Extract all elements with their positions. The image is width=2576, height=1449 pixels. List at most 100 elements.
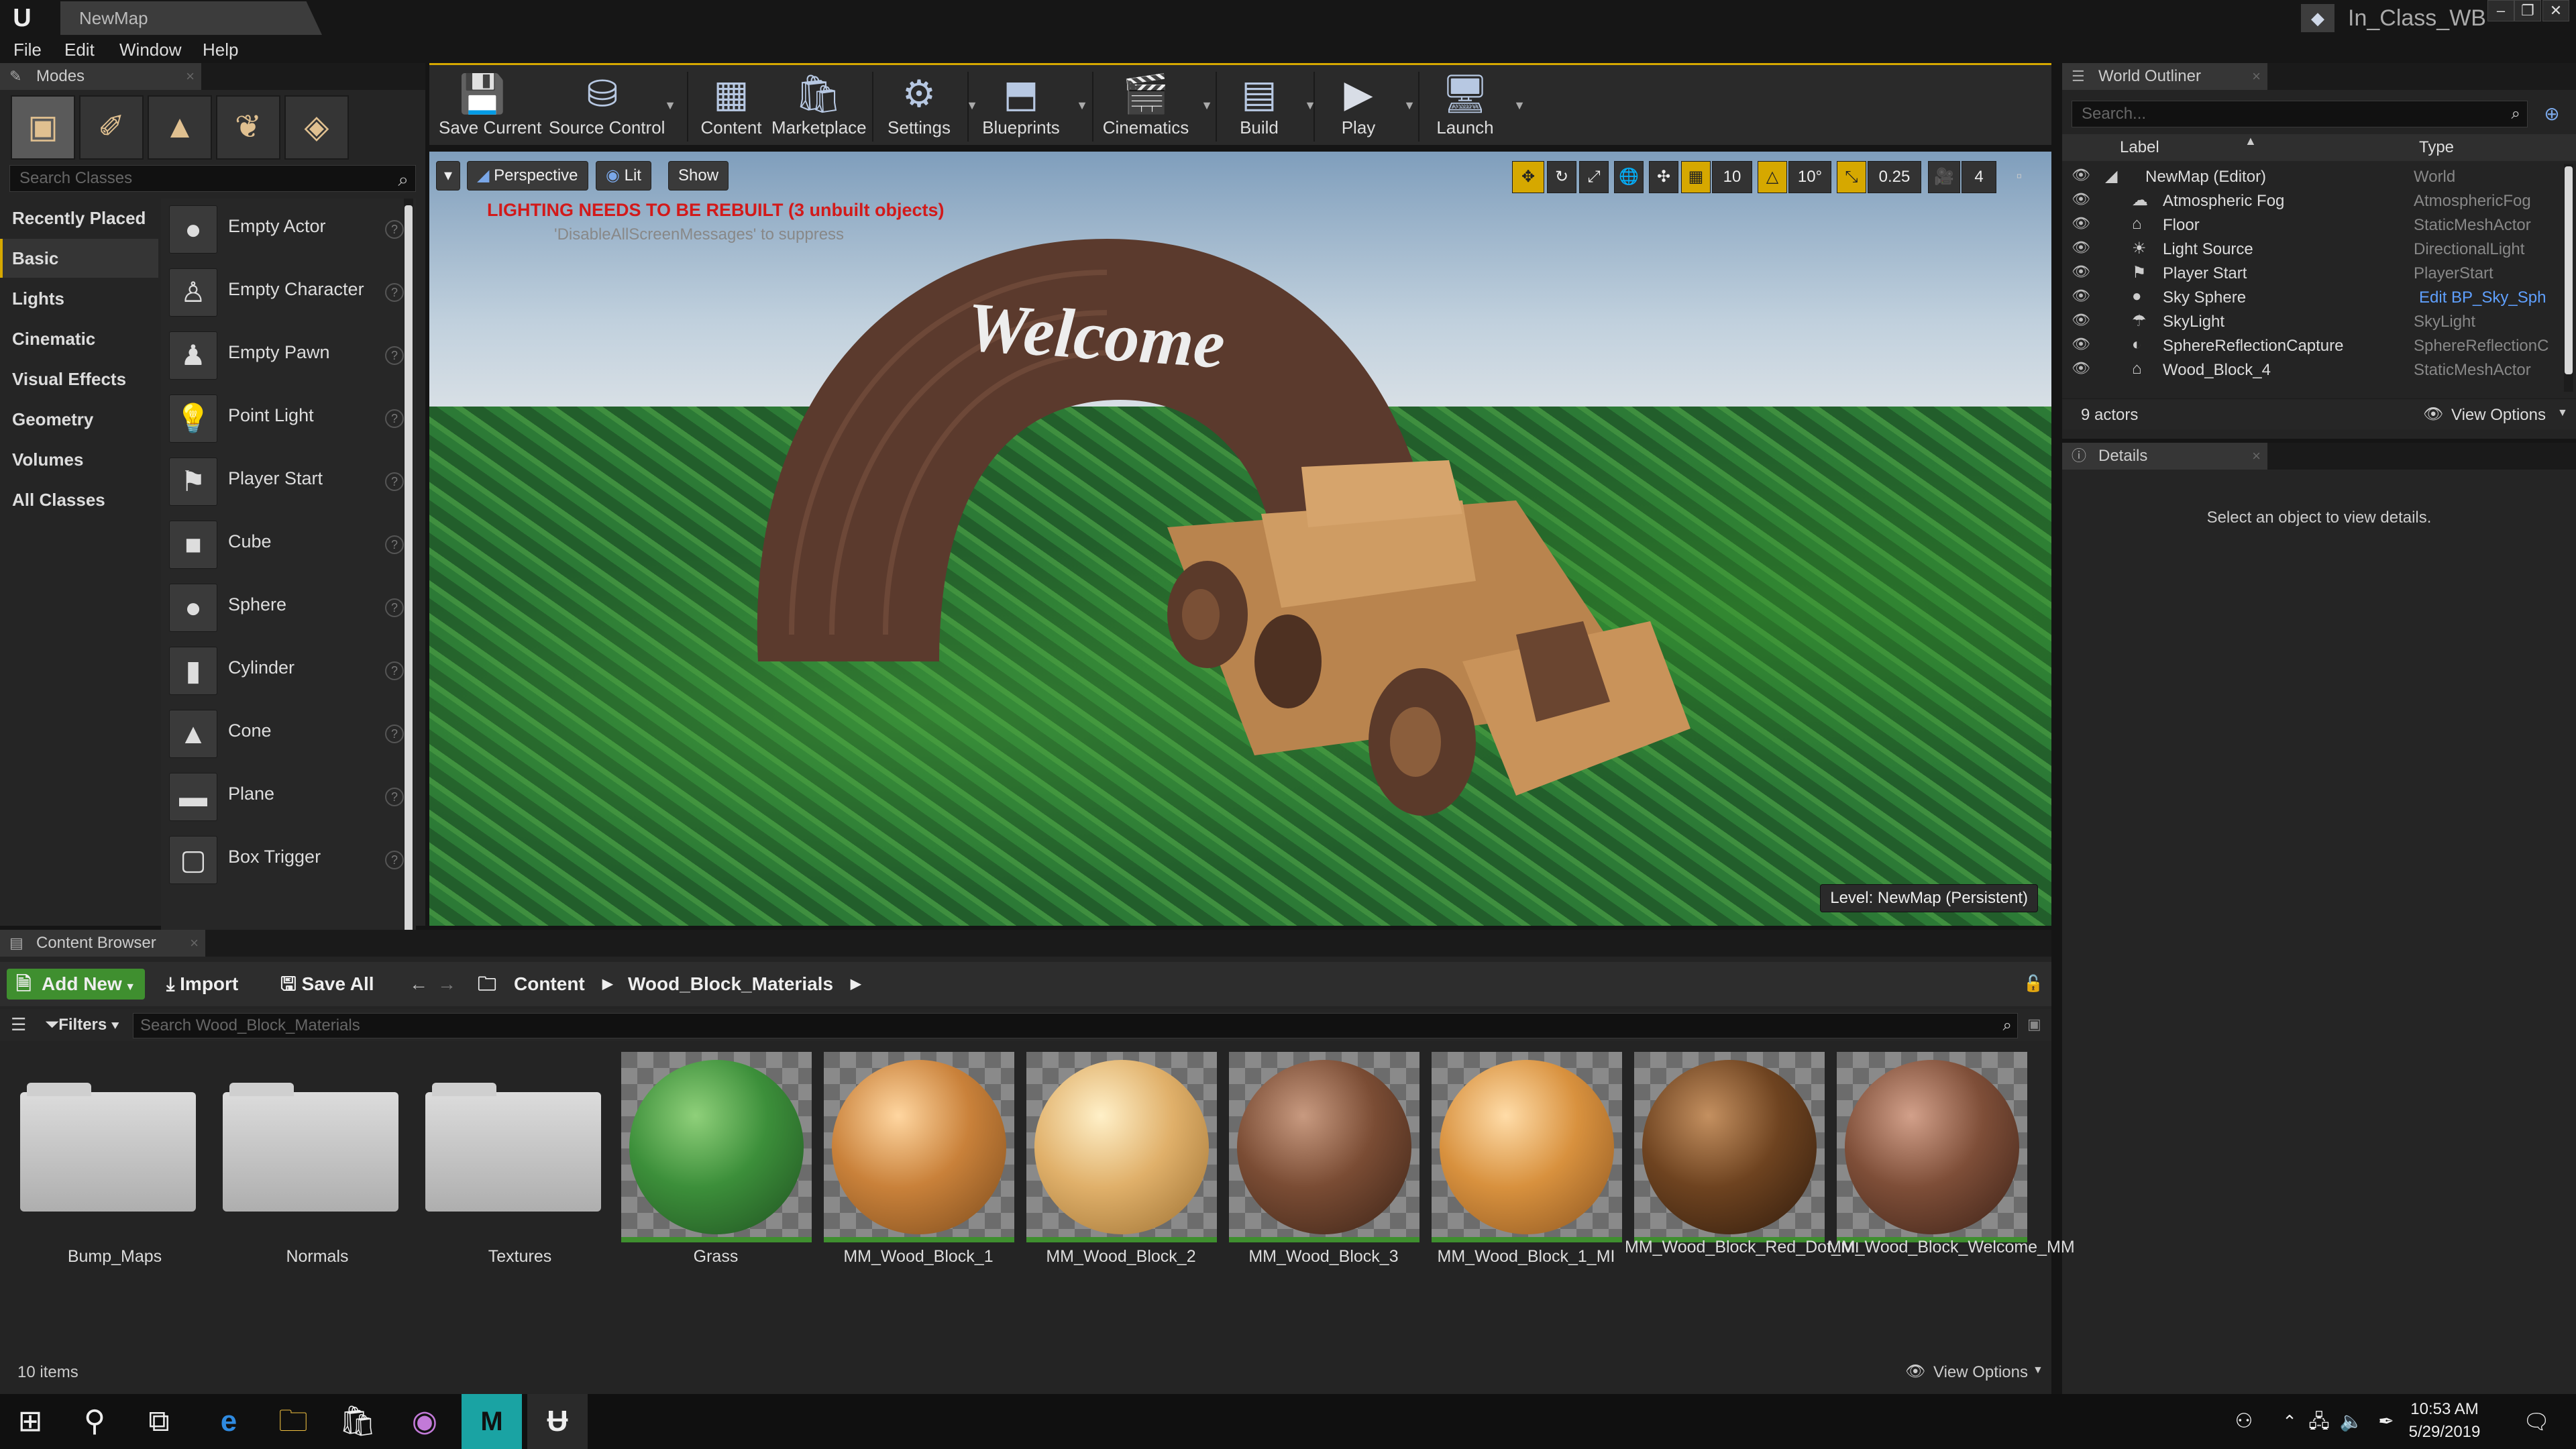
camera-speed-icon[interactable]: 🎥 xyxy=(1928,161,1960,193)
category-all-classes[interactable]: All Classes xyxy=(0,480,158,519)
content-search-input[interactable]: Search Wood_Block_Materials ⌕ xyxy=(133,1013,2018,1038)
help-icon[interactable]: ? xyxy=(385,409,404,428)
outliner-row[interactable]: 👁 ⚑ Player Start PlayerStart xyxy=(2062,262,2565,286)
rotate-tool-icon[interactable]: ↻ xyxy=(1547,161,1576,193)
menu-file[interactable]: File xyxy=(13,38,42,62)
visibility-eye-icon[interactable]: 👁 xyxy=(2072,191,2090,208)
level-viewport[interactable]: Welcome ▾ ◢ Perspective ◉ Lit Show LIGHT… xyxy=(429,152,2051,926)
chevron-down-icon[interactable]: ▼ xyxy=(1403,99,1415,113)
class-empty-character[interactable]: ♙ Empty Character? xyxy=(169,262,404,321)
content-browser-tab[interactable]: ▤ Content Browser × xyxy=(0,930,205,957)
visibility-eye-icon[interactable]: 👁 xyxy=(2072,215,2090,232)
class-list-scrollbar[interactable] xyxy=(404,199,413,985)
source-control-button[interactable]: ⛁ Source Control ▼ xyxy=(549,70,676,143)
chevron-down-icon[interactable]: ▼ xyxy=(2557,407,2568,419)
visibility-eye-icon[interactable]: 👁 xyxy=(2072,335,2090,353)
search-icon[interactable]: ⚲ xyxy=(64,1394,125,1449)
windows-start-icon[interactable]: ⊞ xyxy=(0,1394,60,1449)
import-button[interactable]: ⤓ Import xyxy=(166,969,238,1000)
menu-window[interactable]: Window xyxy=(119,38,181,62)
view-options-button[interactable]: View Options xyxy=(1933,1363,2028,1382)
outliner-row[interactable]: 👁 ☂ SkyLight SkyLight xyxy=(2062,310,2565,334)
outliner-row[interactable]: 👁 ◢ NewMap (Editor) World xyxy=(2062,165,2565,189)
source-control-status-icon[interactable]: ◆ xyxy=(2301,4,2334,32)
close-tab-icon[interactable]: × xyxy=(2252,63,2261,90)
outliner-row[interactable]: 👁 ◐ SphereReflectionCapture SphereReflectio… xyxy=(2062,334,2565,358)
help-icon[interactable]: ? xyxy=(385,661,404,680)
content-button[interactable]: ▦ Content xyxy=(696,70,766,143)
help-icon[interactable]: ? xyxy=(385,346,404,365)
category-volumes[interactable]: Volumes xyxy=(0,440,158,479)
material-tile[interactable]: MM_Wood_Block_3 xyxy=(1220,1052,1419,1273)
viewport-options-dropdown[interactable]: ▾ xyxy=(436,161,460,191)
folder-tile[interactable]: Normals xyxy=(213,1052,408,1273)
help-icon[interactable]: ? xyxy=(385,851,404,869)
outliner-row[interactable]: 👁 ☁ Atmospheric Fog AtmosphericFog xyxy=(2062,189,2565,213)
sources-panel-icon[interactable]: ☰ xyxy=(11,1014,26,1035)
lock-icon[interactable]: 🔓 xyxy=(2023,969,2043,1000)
scene-objects[interactable]: Welcome xyxy=(429,152,2051,926)
scale-snap-icon[interactable]: ⤡ xyxy=(1837,161,1866,193)
panel-options-icon[interactable]: ▣ xyxy=(2027,1016,2041,1033)
perspective-button[interactable]: ◢ Perspective xyxy=(467,161,588,191)
outliner-search-input[interactable]: Search... ⌕ xyxy=(2072,101,2528,127)
class-point-light[interactable]: 💡 Point Light? xyxy=(169,388,404,447)
map-tab[interactable]: NewMap xyxy=(60,1,322,35)
scrollbar-thumb[interactable] xyxy=(405,205,413,957)
paint-mode-icon[interactable]: ✐ xyxy=(79,95,144,160)
close-tab-icon[interactable]: × xyxy=(190,930,199,957)
class-cone[interactable]: ▲ Cone? xyxy=(169,703,404,762)
class-player-start[interactable]: ⚑ Player Start? xyxy=(169,451,404,510)
help-icon[interactable]: ? xyxy=(385,788,404,806)
category-cinematic[interactable]: Cinematic xyxy=(0,319,158,358)
material-tile[interactable]: MM_Wood_Block_1_MI xyxy=(1422,1052,1622,1273)
outliner-row[interactable]: 👁 ⌂ Wood_Block_4 StaticMeshActor xyxy=(2062,358,2565,382)
surface-snap-icon[interactable]: ✣ xyxy=(1649,161,1678,193)
material-tile[interactable]: MM_Wood_Block_Welcome_MM xyxy=(1827,1052,2075,1273)
column-type-header[interactable]: Type xyxy=(2419,138,2454,157)
class-cylinder[interactable]: ▮ Cylinder? xyxy=(169,640,404,699)
chevron-down-icon[interactable]: ▼ xyxy=(664,99,676,113)
play-button[interactable]: ▶ Play ▼ xyxy=(1322,70,1415,143)
visibility-eye-icon[interactable]: 👁 xyxy=(2072,239,2090,256)
breadcrumb-folder[interactable]: Wood_Block_Materials xyxy=(628,969,833,1000)
lit-mode-button[interactable]: ◉ Lit xyxy=(596,161,651,191)
category-basic[interactable]: Basic xyxy=(0,239,158,278)
column-label-header[interactable]: Label xyxy=(2120,138,2159,157)
close-tab-icon[interactable]: × xyxy=(186,63,195,90)
world-space-icon[interactable]: 🌐 xyxy=(1614,161,1644,193)
rotation-snap-value[interactable]: 10° xyxy=(1788,161,1831,193)
visibility-eye-icon[interactable]: 👁 xyxy=(2072,287,2090,305)
notifications-icon[interactable]: 🗨 xyxy=(2506,1394,2567,1449)
class-empty-actor[interactable]: ● Empty Actor? xyxy=(169,199,404,258)
unreal-taskbar-icon[interactable]: Ʉ xyxy=(527,1394,588,1449)
modes-tab[interactable]: ✎ Modes × xyxy=(0,63,201,90)
save-all-button[interactable]: 🖫 Save All xyxy=(280,969,374,1000)
launch-button[interactable]: 🖥 Launch ▼ xyxy=(1425,70,1525,143)
material-tile[interactable]: Grass xyxy=(612,1052,812,1273)
material-tile[interactable]: MM_Wood_Block_Red_Dot_MI xyxy=(1625,1052,1860,1273)
outliner-create-folder-icon[interactable]: ⊕ xyxy=(2538,101,2565,127)
folder-path-icon[interactable]: 🗀 xyxy=(478,969,496,1000)
help-icon[interactable]: ? xyxy=(385,724,404,743)
scale-snap-value[interactable]: 0.25 xyxy=(1868,161,1921,193)
scrollbar-thumb[interactable] xyxy=(2565,166,2573,374)
class-empty-pawn[interactable]: ♟ Empty Pawn? xyxy=(169,325,404,384)
maximize-icon[interactable]: ❐ xyxy=(2514,0,2541,21)
save-current-button[interactable]: 💾 Save Current xyxy=(439,70,541,143)
chevron-down-icon[interactable]: ▼ xyxy=(1513,99,1525,113)
close-tab-icon[interactable]: × xyxy=(2252,443,2261,470)
menu-help[interactable]: Help xyxy=(203,38,238,62)
filters-button[interactable]: ⏷Filters ▾ xyxy=(46,1016,119,1034)
help-icon[interactable]: ? xyxy=(385,220,404,239)
github-icon[interactable]: ◉ xyxy=(394,1394,455,1449)
landscape-mode-icon[interactable]: ▲ xyxy=(148,95,212,160)
build-button[interactable]: ▤ Build ▼ xyxy=(1222,70,1316,143)
place-mode-icon[interactable]: ▣ xyxy=(11,95,75,160)
outliner-row[interactable]: 👁 ● Sky Sphere Edit BP_Sky_Sph xyxy=(2062,286,2565,310)
store-icon[interactable]: 🛍 xyxy=(327,1394,388,1449)
chevron-down-icon[interactable]: ▼ xyxy=(2033,1364,2043,1377)
outliner-row[interactable]: 👁 ⌂ Floor StaticMeshActor xyxy=(2062,213,2565,237)
geometry-mode-icon[interactable]: ◈ xyxy=(284,95,349,160)
material-tile[interactable]: MM_Wood_Block_1 xyxy=(814,1052,1014,1273)
